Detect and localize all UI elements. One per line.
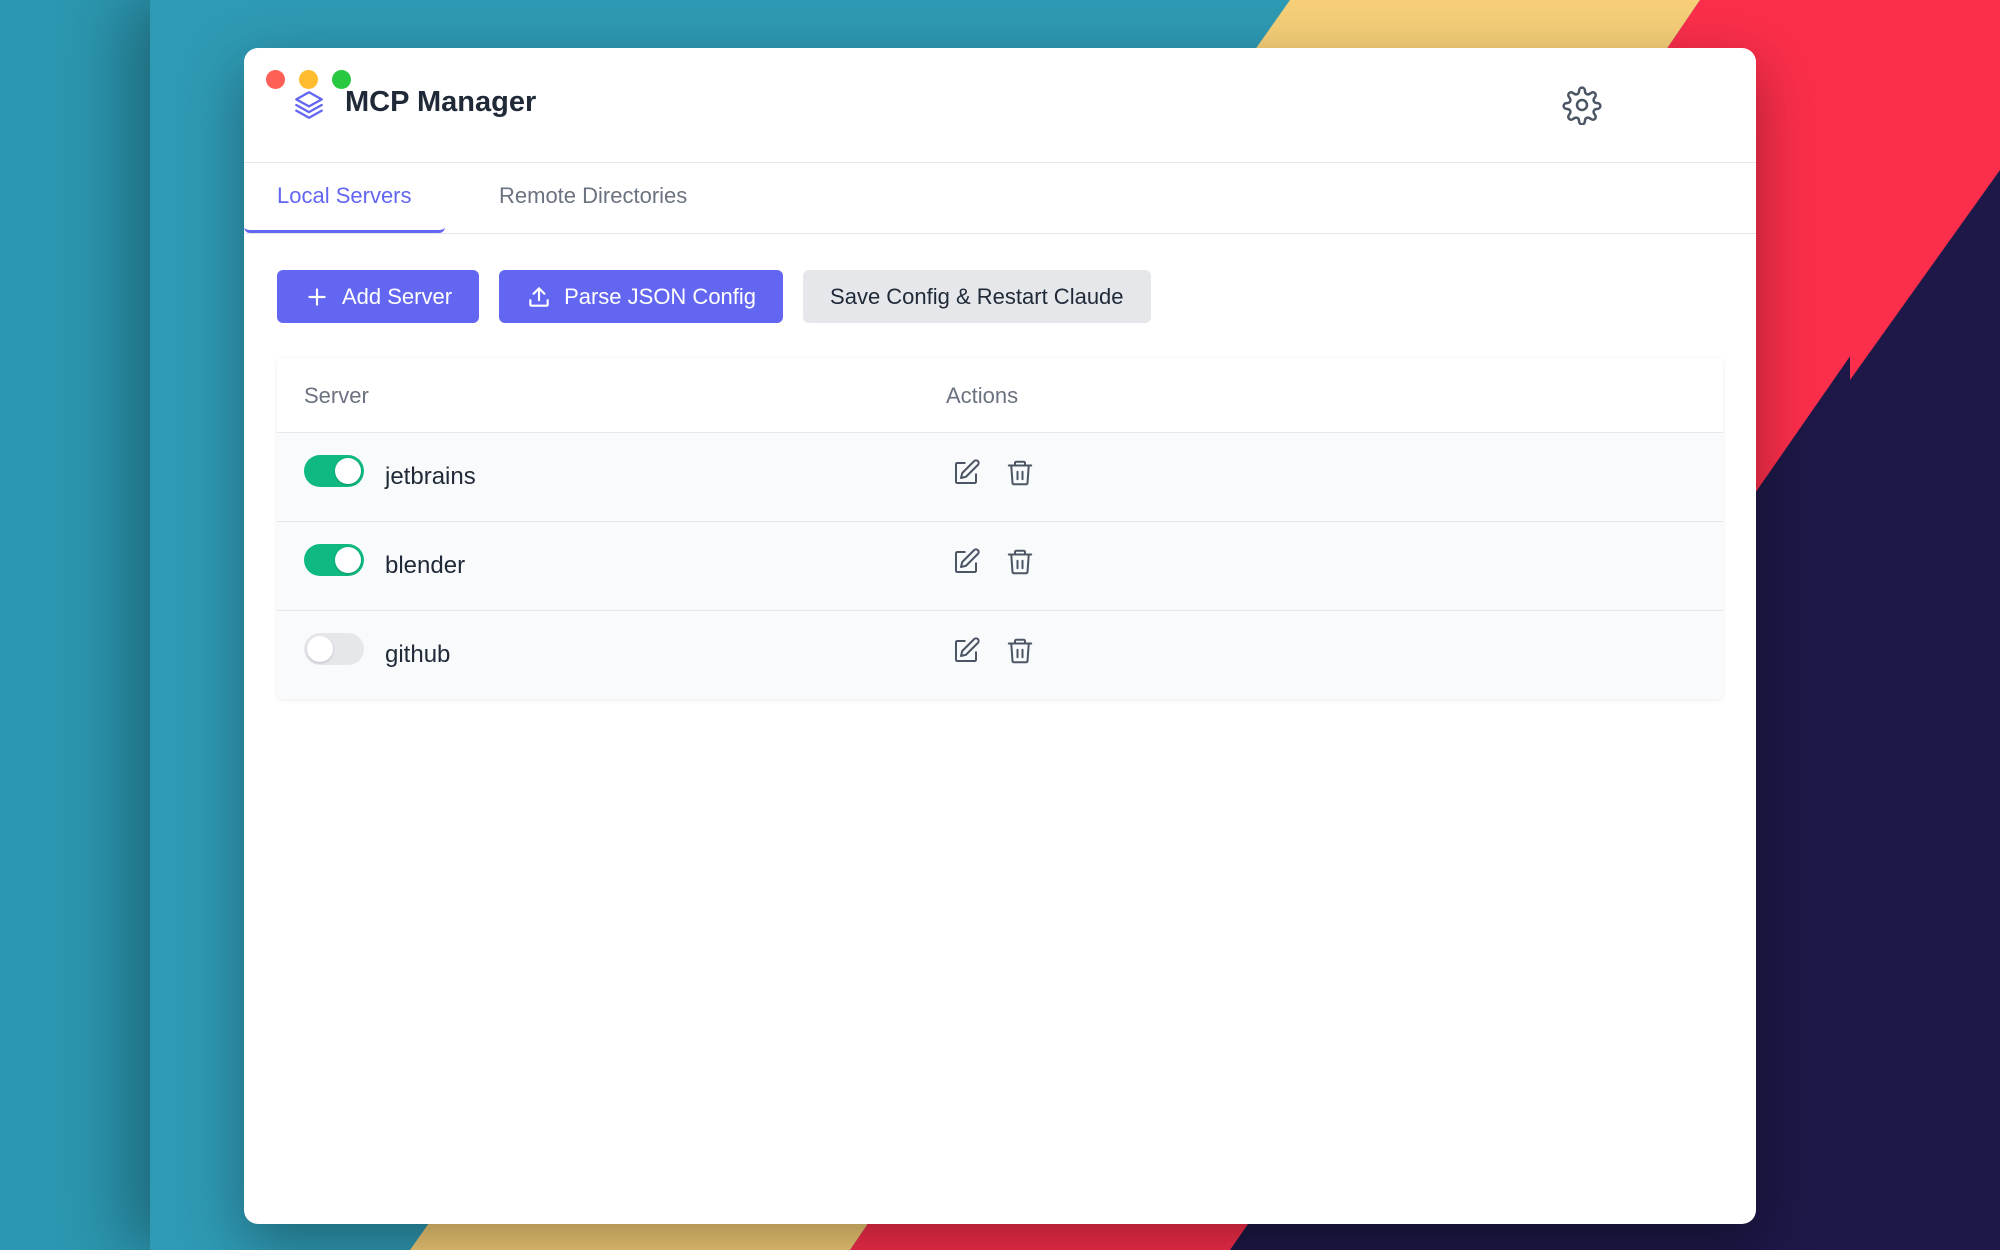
server-name: jetbrains	[385, 463, 476, 490]
trash-icon[interactable]	[1005, 636, 1035, 666]
layers-icon	[295, 91, 323, 119]
server-name: blender	[385, 552, 466, 579]
table-row: github	[277, 611, 1723, 699]
column-header-actions: Actions	[946, 383, 1019, 408]
toggle-knob	[335, 458, 361, 484]
server-toggle[interactable]	[304, 455, 364, 487]
add-server-button[interactable]: Add Server	[277, 270, 480, 323]
parse-json-config-label: Parse JSON Config	[564, 283, 757, 309]
trash-icon[interactable]	[1005, 547, 1035, 577]
app-title: MCP Manager	[345, 86, 537, 118]
table-row: blender	[277, 522, 1723, 611]
upload-icon	[529, 286, 549, 307]
app-window: MCP Manager Local Servers Remote Directo…	[244, 48, 1756, 1224]
server-toggle[interactable]	[304, 633, 364, 665]
parse-json-config-button[interactable]: Parse JSON Config	[499, 270, 784, 323]
edit-icon[interactable]	[951, 547, 981, 577]
title-bar: MCP Manager	[244, 48, 1756, 163]
plus-icon	[308, 287, 326, 306]
toolbar: Add Server Parse JSON Config Save Config…	[277, 270, 1151, 323]
save-config-restart-label: Save Config & Restart Claude	[830, 283, 1124, 309]
tab-local-servers[interactable]: Local Servers	[244, 163, 445, 233]
tab-bar: Local Servers Remote Directories	[244, 163, 1756, 234]
wallpaper-left-strip	[0, 0, 160, 1250]
server-name: github	[385, 641, 451, 668]
minimize-window-button[interactable]	[299, 70, 318, 89]
tab-remote-directories[interactable]: Remote Directories	[466, 163, 720, 233]
table-header: Server Actions	[277, 358, 1723, 433]
servers-table: Server Actions jetbrains blender github	[277, 358, 1723, 699]
gear-icon[interactable]	[1562, 85, 1602, 125]
server-toggle[interactable]	[304, 544, 364, 576]
edit-icon[interactable]	[951, 636, 981, 666]
close-window-button[interactable]	[266, 70, 285, 89]
save-config-restart-button[interactable]: Save Config & Restart Claude	[803, 270, 1151, 323]
toggle-knob	[335, 547, 361, 573]
edit-icon[interactable]	[951, 458, 981, 488]
table-row: jetbrains	[277, 433, 1723, 522]
add-server-label: Add Server	[342, 283, 453, 309]
column-header-server: Server	[304, 383, 369, 408]
trash-icon[interactable]	[1005, 458, 1035, 488]
window-controls	[266, 70, 351, 89]
toggle-knob	[307, 636, 333, 662]
